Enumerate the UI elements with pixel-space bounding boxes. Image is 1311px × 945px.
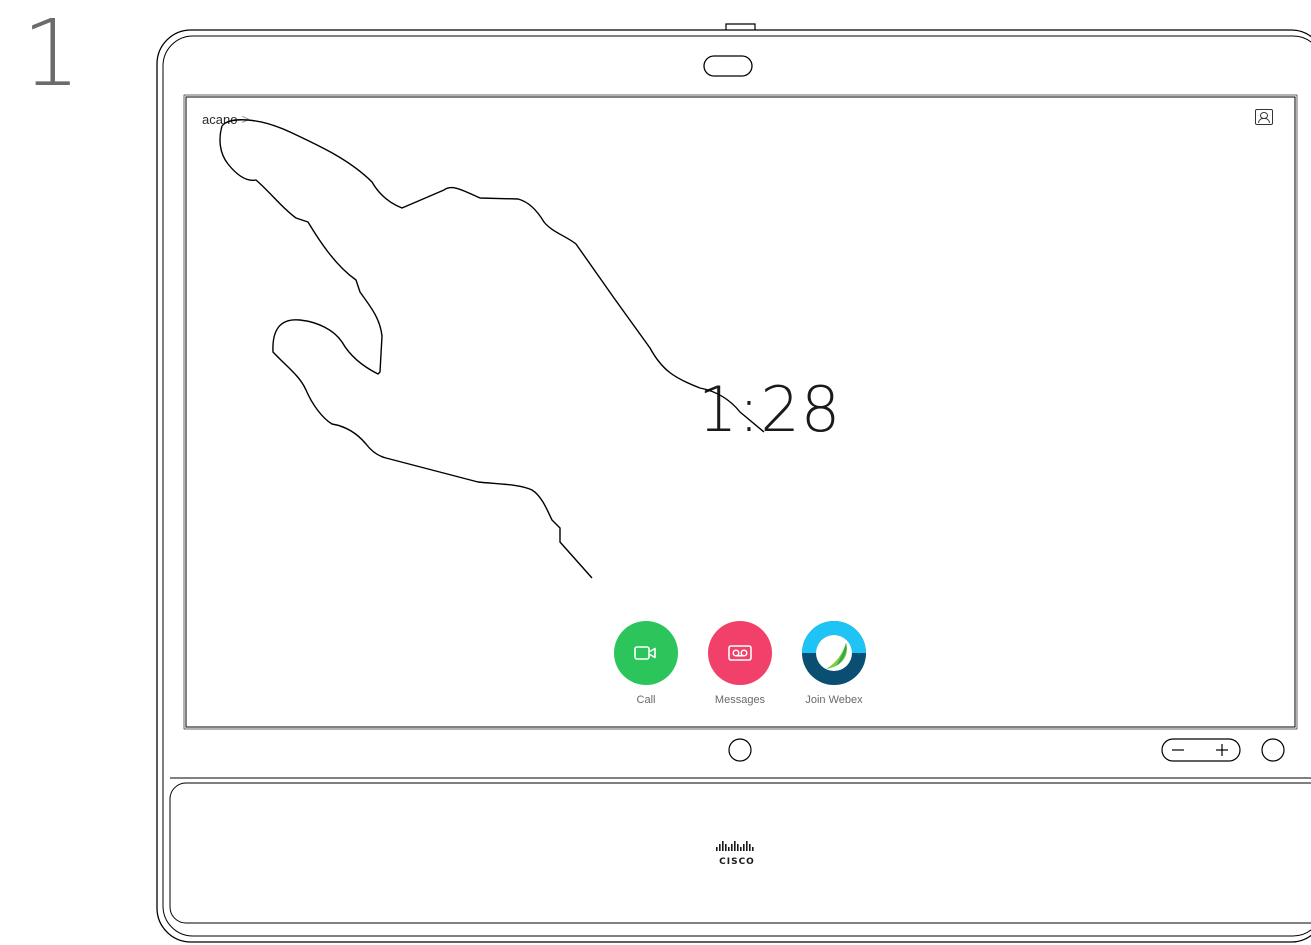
cisco-bars-icon (716, 841, 754, 851)
power-button[interactable] (1261, 738, 1285, 762)
cisco-wordmark: CISCO (719, 857, 755, 867)
home-button[interactable] (728, 738, 752, 762)
cisco-logo: CISCO (715, 840, 759, 867)
hardware-controls (728, 738, 1285, 762)
